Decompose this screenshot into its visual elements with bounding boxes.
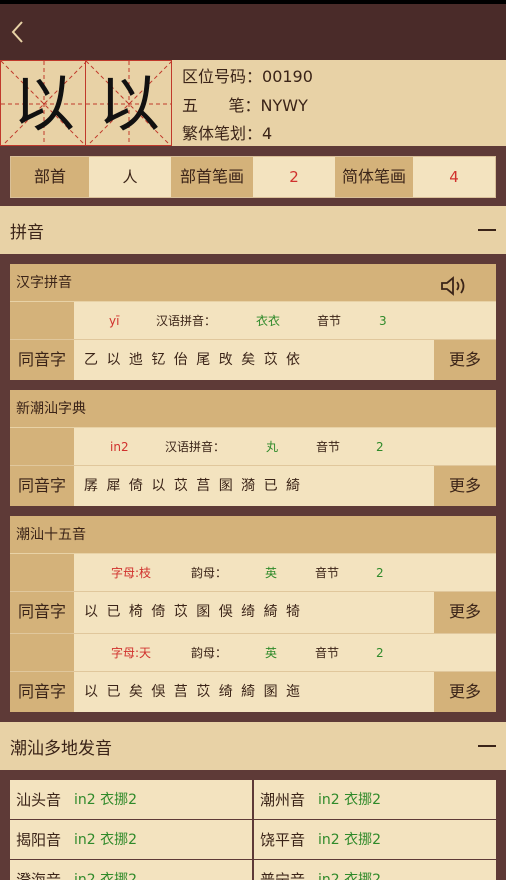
character-grid-regular: 以	[0, 60, 86, 146]
region-cell[interactable]: 汕头音 in2 衣挪2	[10, 780, 252, 819]
character-info: 区位号码：00190 五 笔：NYWY 繁体笔划：4	[172, 60, 313, 146]
back-arrow-icon[interactable]	[8, 18, 28, 46]
character-header: 以 以 区位号码：00190 五 笔：NYWY 繁体笔划：4	[0, 60, 506, 148]
more-button[interactable]: 更多	[434, 340, 496, 380]
region-row: 揭阳音 in2 衣挪2 饶平音 in2 衣挪2	[10, 820, 496, 860]
more-button[interactable]: 更多	[434, 592, 496, 633]
card-title: 新潮汕字典	[10, 390, 496, 428]
pinyin-detail-row: 字母:天 韵母： 英 音节 2	[10, 634, 496, 672]
more-button[interactable]: 更多	[434, 672, 496, 712]
simplified-strokes-label: 简体笔画	[335, 157, 413, 197]
collapse-icon[interactable]	[478, 745, 496, 747]
homophones-row: 同音字 以 已 椅 倚 苡 圂 俁 绮 綺 犄 更多	[10, 592, 496, 634]
pinyin-section-header[interactable]: 拼音	[0, 206, 506, 254]
radical-strokes-label: 部首笔画	[171, 157, 253, 197]
radical-label: 部首	[11, 157, 89, 197]
card-title: 潮汕十五音	[10, 516, 496, 554]
radical-strokes-value: 2	[253, 157, 335, 197]
homophones-row: 同音字 乙 以 迆 钇 佁 尾 攺 矣 苡 依 更多	[10, 340, 496, 382]
homophones-list[interactable]: 乙 以 迆 钇 佁 尾 攺 矣 苡 依	[74, 340, 434, 380]
character-grid-traditional: 以	[86, 60, 172, 146]
card-title: 汉字拼音	[10, 264, 496, 302]
info-wubi: 五 笔：NYWY	[182, 95, 308, 115]
homophones-list[interactable]: 以 已 椅 倚 苡 圂 俁 绮 綺 犄	[74, 592, 434, 633]
character-glyph-traditional: 以	[97, 67, 160, 140]
homophones-row: 同音字 以 已 矣 俁 莒 苡 绮 綺 圂 迤 更多	[10, 672, 496, 714]
region-cell[interactable]: 饶平音 in2 衣挪2	[252, 820, 496, 859]
card-chaoshan-fifteen-sounds: 潮汕十五音 字母:枝 韵母： 英 音节 2 同音字 以 已 椅 倚 苡 圂 俁 …	[10, 516, 496, 714]
radical-row: 部首 人 部首笔画 2 简体笔画 4	[10, 156, 496, 198]
top-app-bar	[0, 4, 506, 60]
pinyin-detail-row: in2 汉语拼音： 丸 音节 2	[10, 428, 496, 466]
region-cell[interactable]: 澄海音 in2 衣挪2	[10, 860, 252, 880]
section-title: 拼音	[10, 222, 44, 243]
region-cell[interactable]: 普宁音 in2 衣挪2	[252, 860, 496, 880]
more-button[interactable]: 更多	[434, 466, 496, 506]
multi-region-table: 汕头音 in2 衣挪2 潮州音 in2 衣挪2 揭阳音 in2 衣挪2 饶平音 in2 …	[10, 780, 496, 880]
pinyin-detail-row: 字母:枝 韵母： 英 音节 2	[10, 554, 496, 592]
homophones-list[interactable]: 孱 犀 倚 以 苡 莒 圂 漪 已 綺	[74, 466, 434, 506]
collapse-icon[interactable]	[478, 229, 496, 231]
homophones-list[interactable]: 以 已 矣 俁 莒 苡 绮 綺 圂 迤	[74, 672, 434, 712]
multi-region-section-header[interactable]: 潮汕多地发音	[0, 722, 506, 770]
region-cell[interactable]: 潮州音 in2 衣挪2	[252, 780, 496, 819]
homophones-row: 同音字 孱 犀 倚 以 苡 莒 圂 漪 已 綺 更多	[10, 466, 496, 508]
section-title: 潮汕多地发音	[10, 738, 112, 759]
region-row: 汕头音 in2 衣挪2 潮州音 in2 衣挪2	[10, 780, 496, 820]
simplified-strokes-value: 4	[413, 157, 495, 197]
pinyin-detail-row: yī 汉语拼音： 衣衣 音节 3	[10, 302, 496, 340]
card-chaoshan-dictionary: 新潮汕字典 in2 汉语拼音： 丸 音节 2 同音字 孱 犀 倚 以 苡 莒 圂…	[10, 390, 496, 508]
info-code: 区位号码：00190	[182, 67, 313, 86]
region-row: 澄海音 in2 衣挪2 普宁音 in2 衣挪2	[10, 860, 496, 880]
character-glyph: 以	[12, 67, 75, 140]
card-hanzi-pinyin: 汉字拼音 yī 汉语拼音： 衣衣 音节 3 同音字 乙 以 迆 钇 佁 尾 攺 …	[10, 264, 496, 382]
info-traditional-strokes: 繁体笔划：4	[182, 124, 273, 143]
region-cell[interactable]: 揭阳音 in2 衣挪2	[10, 820, 252, 859]
radical-value: 人	[89, 157, 171, 197]
